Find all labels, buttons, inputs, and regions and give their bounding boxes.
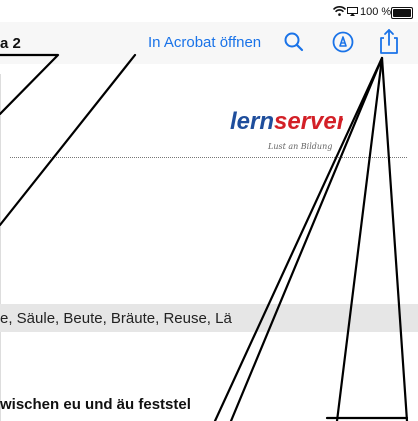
open-in-acrobat-link[interactable]: In Acrobat öffnen bbox=[148, 34, 261, 51]
share-icon[interactable] bbox=[376, 27, 402, 55]
document-page[interactable] bbox=[0, 64, 418, 421]
page-edge bbox=[0, 74, 1, 421]
svg-text:lernserver: lernserver bbox=[230, 108, 343, 135]
markup-icon[interactable] bbox=[331, 30, 355, 54]
task-instruction: wischen eu und äu feststel bbox=[0, 396, 191, 413]
wifi-icon bbox=[333, 6, 346, 16]
lernserver-logo: lernserver Lust an Bildung bbox=[230, 108, 343, 151]
logo-tagline: Lust an Bildung bbox=[267, 142, 332, 151]
header-divider bbox=[10, 157, 407, 158]
search-icon[interactable] bbox=[282, 30, 306, 54]
battery-percentage: 100 % bbox=[360, 6, 392, 18]
battery-icon bbox=[391, 7, 413, 19]
word-list-text: e, Säule, Beute, Bräute, Reuse, Lä bbox=[0, 310, 232, 327]
document-title: a 2 bbox=[0, 35, 21, 52]
screen-mirroring-icon bbox=[347, 7, 358, 16]
